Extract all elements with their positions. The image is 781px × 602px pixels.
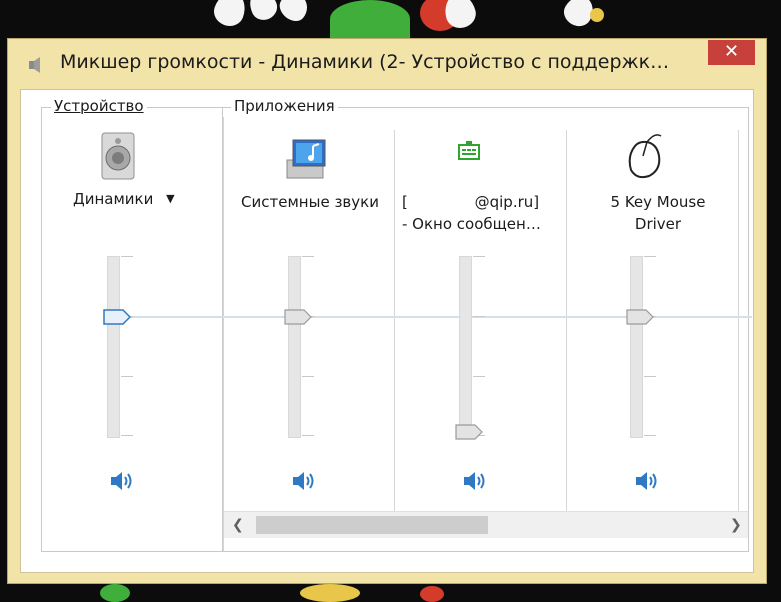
scroll-left-arrow-icon[interactable]: ❮	[232, 517, 244, 533]
title-bar[interactable]: Микшер громкости - Динамики (2- Устройст…	[8, 39, 766, 89]
speaker-volume-icon[interactable]	[291, 470, 317, 492]
device-name: Динамики	[73, 190, 154, 208]
column-separator	[394, 130, 395, 512]
speaker-volume-icon[interactable]	[462, 470, 488, 492]
mouse-driver-volume-slider[interactable]	[626, 309, 654, 325]
volume-scale	[302, 256, 316, 436]
device-volume-track	[107, 256, 120, 438]
speaker-device-icon	[101, 132, 135, 180]
horizontal-scrollbar[interactable]: ❮ ❯	[224, 511, 748, 538]
applications-group-label: Приложения	[231, 97, 338, 115]
mixer-client-area: Устройство Приложения Динамики ▼ Системн…	[20, 89, 754, 573]
scroll-right-arrow-icon[interactable]: ❯	[730, 517, 742, 533]
scrollbar-thumb[interactable]	[256, 516, 488, 534]
volume-level-line	[129, 316, 752, 318]
column-separator	[223, 117, 224, 551]
speaker-volume-icon[interactable]	[634, 470, 660, 492]
close-button[interactable]: ✕	[708, 40, 755, 65]
device-group-label: Устройство	[51, 97, 147, 115]
qip-app-icon	[458, 141, 480, 160]
system-sounds-volume-track	[288, 256, 301, 438]
volume-scale	[121, 256, 135, 436]
app-name-mouse-line2: Driver	[634, 215, 682, 233]
app-name-qip-line1: [ @qip.ru]	[402, 193, 540, 211]
app-name-mouse-line1: 5 Key Mouse	[610, 193, 706, 211]
mouse-driver-volume-track	[630, 256, 643, 438]
device-volume-slider[interactable]	[103, 309, 131, 325]
device-selector[interactable]: Динамики ▼	[73, 190, 203, 212]
speaker-volume-icon[interactable]	[109, 470, 135, 492]
column-separator	[566, 130, 567, 512]
system-sounds-volume-slider[interactable]	[284, 309, 312, 325]
chevron-down-icon: ▼	[166, 192, 175, 205]
column-separator	[738, 130, 739, 512]
app-name-qip: [ @qip.ru] - Окно сообщен…	[402, 191, 570, 235]
volume-scale	[644, 256, 658, 436]
volume-mixer-window: Микшер громкости - Динамики (2- Устройст…	[7, 38, 767, 584]
volume-scale	[473, 256, 487, 436]
qip-volume-track	[459, 256, 472, 438]
qip-volume-slider[interactable]	[455, 424, 483, 440]
desktop-wallpaper	[0, 0, 781, 38]
desktop-wallpaper-bottom	[0, 584, 781, 602]
app-name-qip-line2: - Окно сообщен…	[402, 215, 541, 233]
speaker-icon	[29, 57, 40, 73]
computer-monitor-icon	[286, 139, 326, 179]
window-title: Микшер громкости - Динамики (2- Устройст…	[60, 51, 670, 73]
app-name-system-sounds: Системные звуки	[241, 193, 379, 211]
mouse-icon	[628, 134, 662, 179]
app-name-mouse-driver: 5 Key Mouse Driver	[574, 191, 742, 235]
